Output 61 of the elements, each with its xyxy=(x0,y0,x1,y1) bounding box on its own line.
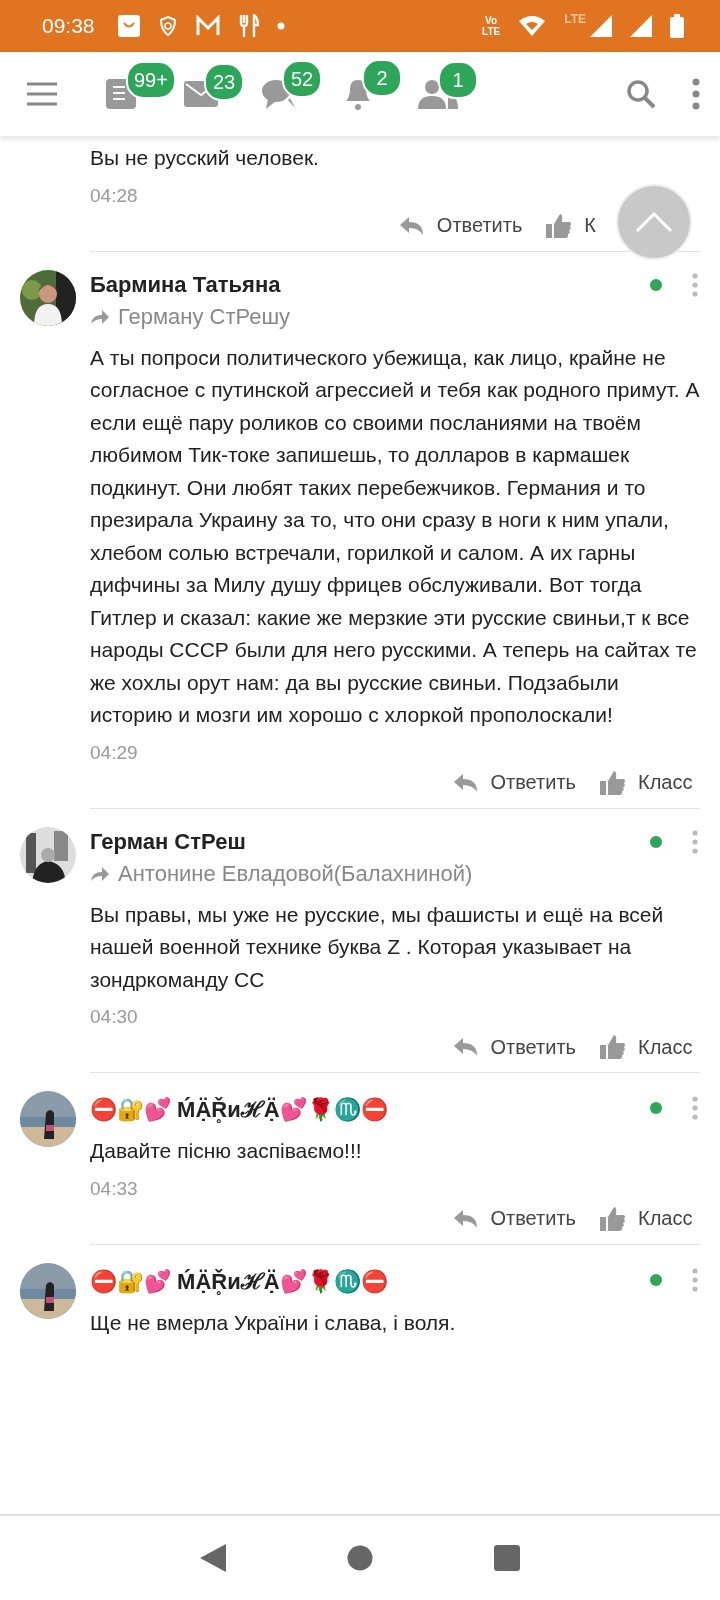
chevron-up-icon xyxy=(634,211,674,233)
reply-button[interactable]: Ответить xyxy=(452,1030,576,1064)
count-badge: 99+ xyxy=(126,61,176,99)
battery-icon xyxy=(670,14,684,38)
shopping-bag-icon xyxy=(116,14,141,38)
comment-text: Ще не вмерла України і слава, і воля. xyxy=(90,1309,457,1336)
like-button[interactable]: К xyxy=(546,208,596,243)
thumbs-up-icon xyxy=(600,769,626,796)
more-icon[interactable] xyxy=(692,272,698,297)
like-button[interactable]: Класс xyxy=(600,765,700,800)
reply-button[interactable]: Ответить xyxy=(452,1201,576,1236)
comment-time: 04:29 xyxy=(90,741,139,764)
menu-icon[interactable] xyxy=(26,82,58,106)
count-badge: 2 xyxy=(362,59,402,97)
reply-recipient[interactable]: Герману СтРешу xyxy=(118,303,291,330)
like-button[interactable]: Класс xyxy=(600,1201,700,1236)
author-name[interactable]: Бармина Татьяна xyxy=(90,271,281,298)
mail-m-icon xyxy=(194,15,221,37)
reply-recipient[interactable]: Антонине Евладовой(Балахниной) xyxy=(118,860,473,887)
comment-text: Вы правы, мы уже не русские, мы фашисты и ещё на всей нашей военной технике буква Z . Которая указывает на зондркоманду СС xyxy=(90,901,665,993)
status-time: 09:38 xyxy=(42,14,95,38)
recents-icon[interactable] xyxy=(493,1545,520,1571)
comment-text: А ты попроси политического убежища, как лицо, крайне не согласное с путинской агрессией и тебя как родного примут. А если ещё пару роликов со своими посланиями на твоём любимом Тик-токе запишешь, то долларов в кармашек подкинут. Они любят таких перебежчиков. Германия и то презирала Украину за то, что они сразу в ноги к ним упали, хлебом солью встречали, горилкой и салом. А их гарны дифчины за Милу душу фрицев обслуживали. Вот тогда Гитлер и сказал: какие же мерзкие эти русские свиньи,т к все народы СССР были для него русскими. А теперь на сайтах те же хохлы орут нам: да вы русские свиньи. Подзабыли историю и мозги им хорошо с хлоркой прополоскали! xyxy=(90,344,700,728)
count-badge: 52 xyxy=(282,60,322,98)
signal-icon xyxy=(590,15,612,37)
count-badge: 1 xyxy=(438,61,478,99)
signal-icon xyxy=(630,15,652,37)
shield-icon xyxy=(158,16,177,36)
more-icon[interactable] xyxy=(692,829,698,854)
reply-icon xyxy=(452,1037,479,1057)
home-icon[interactable] xyxy=(347,1545,373,1571)
more-icon[interactable] xyxy=(692,1096,698,1120)
forward-arrow-icon xyxy=(90,865,110,882)
dot-icon xyxy=(276,22,285,30)
author-name[interactable]: Герман СтРеш xyxy=(90,828,246,855)
reply-button[interactable]: Ответить xyxy=(452,765,576,800)
network-type: LTE xyxy=(564,12,586,26)
more-icon[interactable] xyxy=(692,78,700,110)
volte-indicator: Vo LTE xyxy=(482,15,501,37)
author-name[interactable]: ⛔🔐💕 ḾẠ̈Ř̥иℋẠ̈💕🌹♏⛔ xyxy=(90,1264,388,1295)
comment-time: 04:30 xyxy=(90,1006,139,1028)
count-badge: 23 xyxy=(204,63,244,101)
reply-button[interactable]: Ответить xyxy=(398,208,523,243)
forward-arrow-icon xyxy=(90,308,110,325)
thumbs-up-icon xyxy=(600,1034,626,1060)
comment-text: Давайте пісню заспіваємо!!! xyxy=(90,1138,363,1164)
wifi-icon xyxy=(518,15,547,37)
reply-icon xyxy=(398,215,425,236)
back-icon[interactable] xyxy=(200,1544,227,1572)
comment-time: 04:28 xyxy=(90,184,139,207)
author-name[interactable]: ⛔🔐💕 ḾẠ̈Ř̥иℋẠ̈💕🌹♏⛔ xyxy=(90,1093,388,1123)
reply-icon xyxy=(452,772,479,793)
fork-knife-icon xyxy=(238,14,259,38)
thumbs-up-icon xyxy=(546,212,573,239)
search-icon[interactable] xyxy=(626,79,656,109)
comment-text: Вы не русский человек. xyxy=(90,145,320,171)
more-icon[interactable] xyxy=(692,1267,698,1292)
comment-time: 04:33 xyxy=(90,1177,139,1200)
reply-icon xyxy=(452,1208,479,1229)
thumbs-up-icon xyxy=(600,1205,626,1232)
like-button[interactable]: Класс xyxy=(600,1030,700,1064)
